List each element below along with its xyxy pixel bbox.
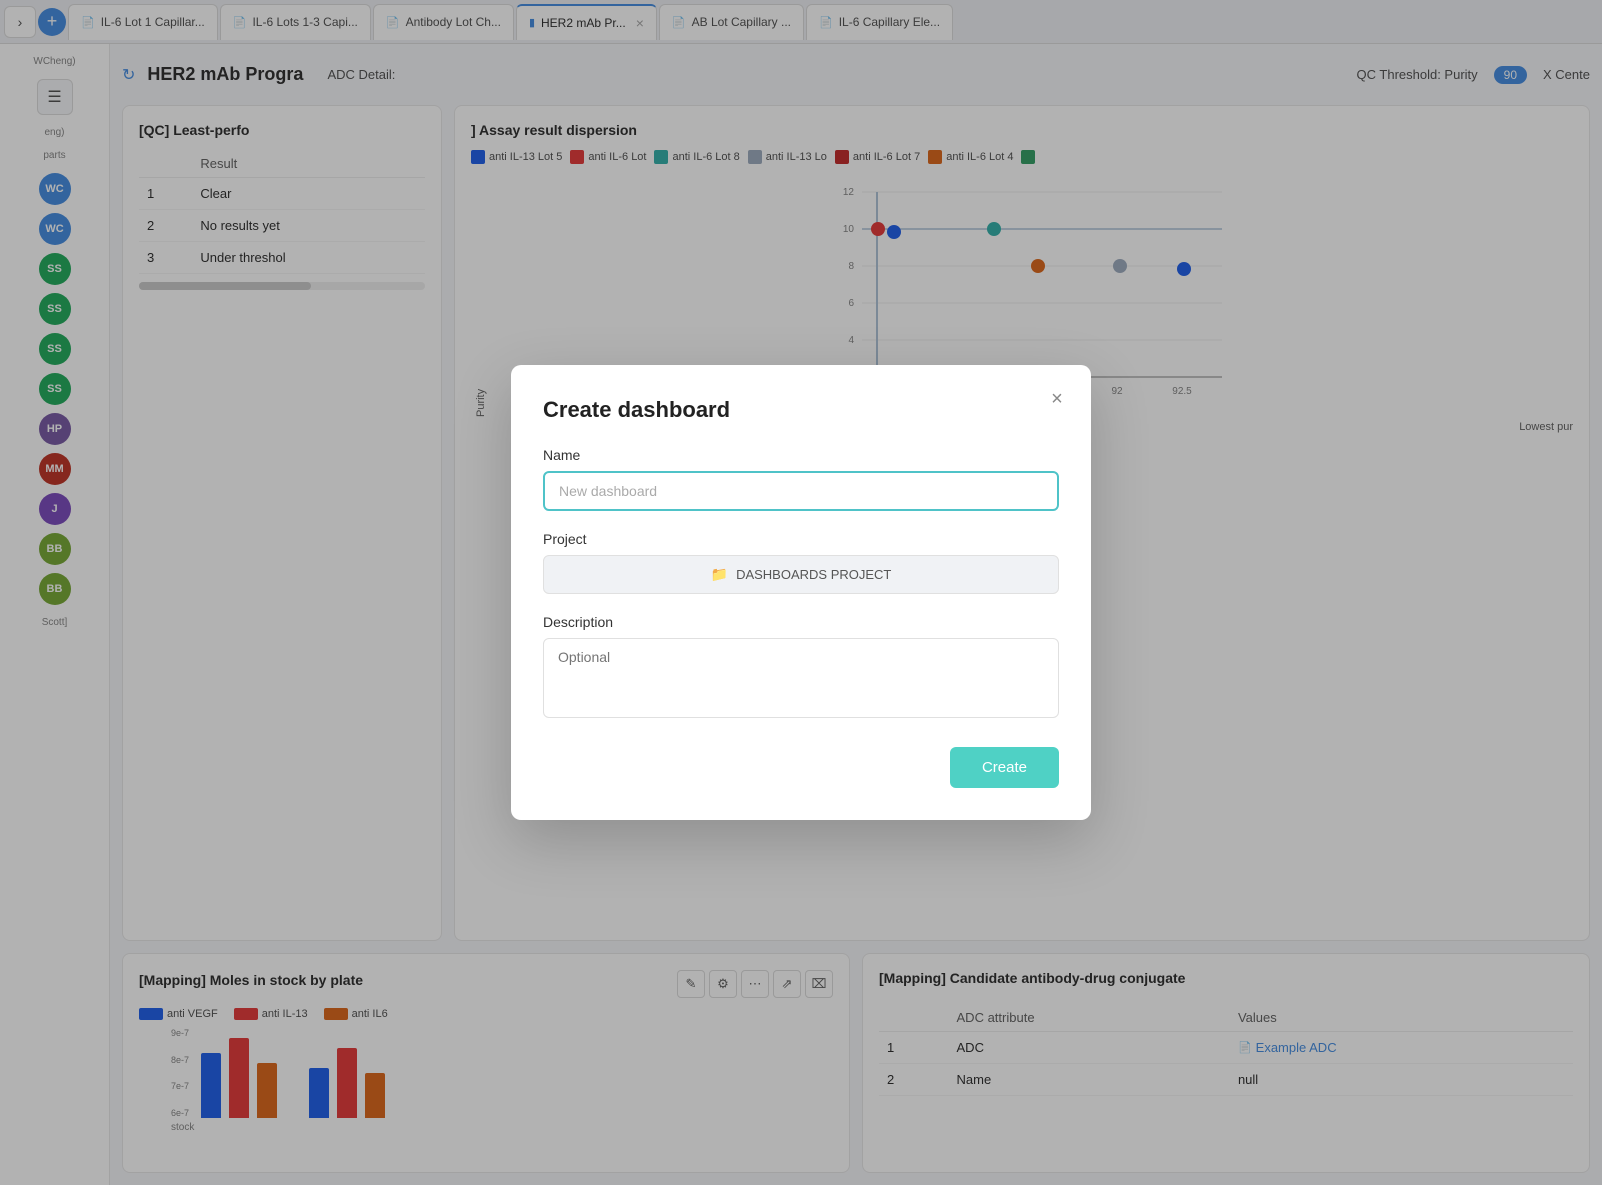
description-textarea[interactable] [543,638,1059,718]
project-label: Project [543,531,1059,547]
description-field-group: Description [543,614,1059,723]
folder-icon: 📁 [711,566,728,583]
modal-overlay[interactable]: × Create dashboard Name Project 📁 DASHBO… [0,0,1602,1185]
project-field-group: Project 📁 DASHBOARDS PROJECT [543,531,1059,594]
project-value: DASHBOARDS PROJECT [736,567,891,582]
description-label: Description [543,614,1059,630]
name-field-group: Name [543,447,1059,511]
project-selector[interactable]: 📁 DASHBOARDS PROJECT [543,555,1059,594]
name-input[interactable] [543,471,1059,511]
modal-footer: Create [543,747,1059,788]
modal-title: Create dashboard [543,397,1059,423]
create-button[interactable]: Create [950,747,1059,788]
modal-close-button[interactable]: × [1043,385,1071,413]
create-dashboard-modal: × Create dashboard Name Project 📁 DASHBO… [511,365,1091,820]
name-label: Name [543,447,1059,463]
